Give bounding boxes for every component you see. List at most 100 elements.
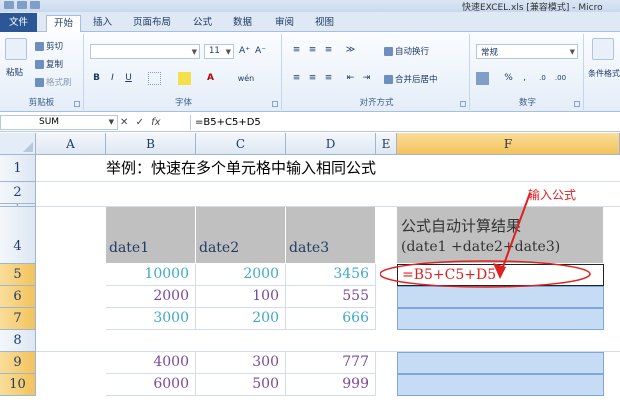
cell-c6[interactable]: 100 [196,286,286,308]
font-name-select[interactable]: ▼ [90,44,200,59]
conditional-format-button[interactable]: 条件格式 [588,68,620,79]
title-bar: 快速EXCEL.xls [兼容模式] - Micro [0,0,620,13]
row-header-1[interactable]: 1 [0,155,36,182]
grow-font-button[interactable]: A⁺ [238,45,251,58]
row-header-5[interactable]: 5 [0,264,36,286]
header-date3[interactable]: date3 [286,207,376,264]
ribbon: 粘贴 剪切 复制 格式刷 剪贴板 ▼ 11 ▼ A⁺ A⁻ B I U A wén… [0,32,620,112]
cell-f9[interactable] [397,352,604,374]
comma-button[interactable]: , [518,72,531,85]
alignment-label: 对齐方式 [359,98,394,108]
cut-button[interactable]: 剪切 [35,40,63,52]
row-header-8[interactable]: 8 [0,330,36,352]
increase-decimal-icon[interactable]: .0 [536,72,549,85]
tab-formulas[interactable]: 公式 [186,15,219,32]
row-header-7[interactable]: 7 [0,308,36,330]
clipboard-launcher-icon[interactable] [74,101,80,107]
brush-icon [35,78,44,87]
insert-function-icon[interactable]: fx [151,117,160,128]
number-group: 常规 ▼ % , .0 .00 数字 [472,34,584,110]
header-date2[interactable]: date2 [196,207,286,264]
paste-icon[interactable] [5,38,27,60]
column-header-d[interactable]: D [286,133,376,155]
cell-d10[interactable]: 999 [286,374,376,396]
cell-b7[interactable]: 3000 [106,308,196,330]
phonetic-button[interactable]: wén [234,72,258,85]
decrease-decimal-icon[interactable]: .00 [554,72,567,85]
align-center-icon[interactable]: ≡ [306,72,319,85]
cell-f7[interactable] [397,308,604,330]
column-header-e[interactable]: E [376,133,397,155]
cell-b5[interactable]: 10000 [106,264,196,286]
row-header-6[interactable]: 6 [0,286,36,308]
tab-page-layout[interactable]: 页面布局 [126,15,178,32]
header-date1[interactable]: date1 [106,207,196,264]
ribbon-tabs: 文件 开始 插入 页面布局 公式 数据 审阅 视图 [0,12,620,33]
alignment-launcher-icon[interactable] [460,101,466,107]
column-header-a[interactable]: A [36,133,106,155]
paste-button[interactable]: 粘贴 [6,66,23,78]
format-painter-button[interactable]: 格式刷 [35,76,72,88]
number-format-select[interactable]: 常规 ▼ [476,44,578,59]
quick-access-toolbar[interactable] [4,1,94,10]
number-launcher-icon[interactable] [574,101,580,107]
cell-f10[interactable] [397,374,604,396]
align-right-icon[interactable]: ≡ [322,72,335,85]
align-left-icon[interactable]: ≡ [290,72,303,85]
merge-icon [384,75,393,84]
cell-c7[interactable]: 200 [196,308,286,330]
orientation-icon[interactable]: ≫ [344,44,357,57]
percent-button[interactable]: % [502,72,515,85]
font-launcher-icon[interactable] [272,101,278,107]
tab-review[interactable]: 审阅 [268,15,301,32]
row-header-4[interactable]: 4 [0,207,36,264]
align-bottom-icon[interactable]: ≡ [322,44,335,57]
column-header-f[interactable]: F [397,133,620,155]
cell-c10[interactable]: 500 [196,374,286,396]
underline-button[interactable]: U [122,72,135,85]
tab-home[interactable]: 开始 [46,15,82,33]
select-all-corner[interactable] [0,133,36,155]
currency-icon[interactable] [476,72,489,85]
merge-center-button[interactable]: 合并后居中 [384,73,438,85]
fill-color-icon[interactable] [178,72,191,85]
name-box[interactable]: SUM ▼ [0,115,118,130]
italic-button[interactable]: I [106,72,119,85]
cell-d7[interactable]: 666 [286,308,376,330]
cancel-icon[interactable]: ✕ [120,117,128,128]
decrease-indent-icon[interactable]: ⇤ [344,72,357,85]
row-header-2[interactable]: 2 [0,182,36,204]
cell-f6[interactable] [397,286,604,308]
tab-view[interactable]: 视图 [308,15,341,32]
shrink-font-button[interactable]: A⁻ [254,45,267,58]
row-header-10[interactable]: 10 [0,374,36,396]
cell-c5[interactable]: 2000 [196,264,286,286]
cell-d6[interactable]: 555 [286,286,376,308]
name-box-dropdown-icon[interactable]: ▼ [109,116,114,129]
cell-b6[interactable]: 2000 [106,286,196,308]
font-size-select[interactable]: 11 ▼ [204,44,234,59]
scissors-icon [35,42,44,51]
row-header-9[interactable]: 9 [0,352,36,374]
increase-indent-icon[interactable]: ⇥ [360,72,373,85]
formula-input[interactable]: =B5+C5+D5 [190,115,620,130]
copy-button[interactable]: 复制 [35,58,63,70]
cell-d9[interactable]: 777 [286,352,376,374]
wrap-text-button[interactable]: 自动换行 [384,45,429,57]
column-header-c[interactable]: C [196,133,286,155]
align-top-icon[interactable]: ≡ [290,44,303,57]
tab-file[interactable]: 文件 [0,13,38,32]
cell-c9[interactable]: 300 [196,352,286,374]
cell-b9[interactable]: 4000 [106,352,196,374]
bold-button[interactable]: B [90,72,103,85]
cell-b10[interactable]: 6000 [106,374,196,396]
tab-insert[interactable]: 插入 [86,15,119,32]
column-header-b[interactable]: B [106,133,196,155]
align-middle-icon[interactable]: ≡ [306,44,319,57]
conditional-format-icon[interactable] [592,38,614,60]
border-icon[interactable] [148,72,161,85]
enter-icon[interactable]: ✓ [136,117,144,128]
tab-data[interactable]: 数据 [226,15,259,32]
font-color-button[interactable]: A [204,72,217,85]
cell-d5[interactable]: 3456 [286,264,376,286]
